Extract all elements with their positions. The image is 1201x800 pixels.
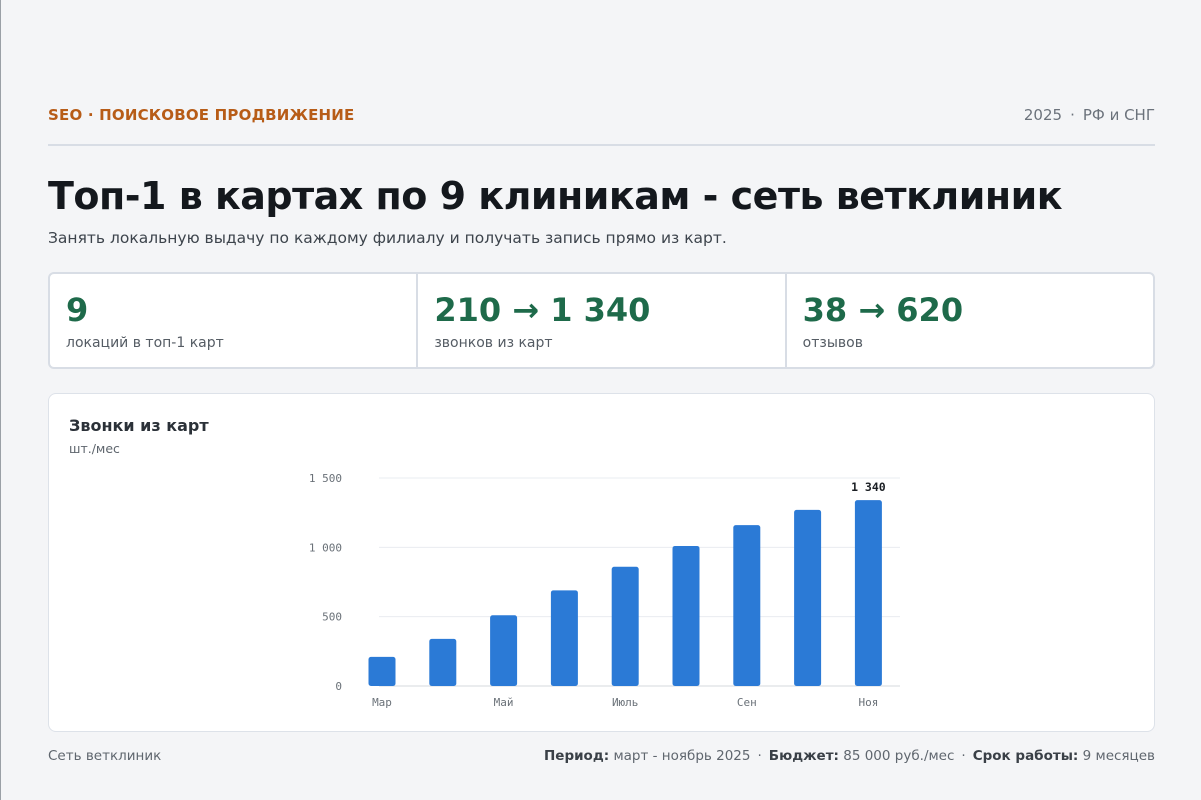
- chart-card: 0 500 1 000 1 500 Мар Май Июль Сен Ноя 1 340 Звон…: [48, 393, 1155, 732]
- header-meta: 2025 · РФ и СНГ: [1024, 106, 1155, 124]
- y-tick-label: 1 000: [309, 541, 342, 554]
- region-label: РФ и СНГ: [1082, 106, 1155, 124]
- y-tick-label: 500: [322, 611, 342, 624]
- year-label: 2025: [1023, 106, 1063, 124]
- x-tick-label: Май: [494, 696, 514, 709]
- kpi-value: 9: [66, 291, 89, 329]
- page-title: Топ-1 в картах по 9 клиникам - сеть ветк…: [48, 174, 1063, 218]
- term-value: 9 месяцев: [1082, 748, 1155, 764]
- period-value: март - ноябрь 2025: [613, 748, 751, 764]
- bar: [672, 545, 700, 686]
- budget-value: 85 000 руб./мес: [843, 748, 955, 764]
- data-label: 1 340: [851, 480, 886, 494]
- page-subtitle: Занять локальную выдачу по каждому филиа…: [48, 229, 727, 247]
- kpi-label: локаций в топ-1 карт: [66, 335, 224, 351]
- bar: [733, 525, 761, 686]
- bar: [490, 615, 518, 686]
- kpi-card: 210 → 1 340 звонков из карт: [418, 274, 787, 367]
- term-label: Срок работы:: [972, 748, 1079, 764]
- x-tick-label: Мар: [372, 696, 392, 709]
- x-tick-label: Ноя: [858, 696, 878, 709]
- bar: [611, 566, 639, 686]
- bar: [368, 656, 396, 686]
- period-label: Период:: [543, 748, 610, 764]
- chart-title: Звонки из карт: [69, 416, 209, 435]
- bar-chart: 0 500 1 000 1 500 Мар Май Июль Сен Ноя 1 340: [309, 472, 900, 709]
- bar: [854, 500, 882, 686]
- footer-client: Сеть ветклиник: [48, 748, 162, 764]
- footer-separator: ·: [961, 748, 966, 764]
- budget-label: Бюджет:: [768, 748, 839, 764]
- bar: [794, 509, 822, 686]
- y-tick-label: 1 500: [309, 472, 342, 485]
- chart-unit: шт./мес: [69, 441, 120, 456]
- kpi-label: отзывов: [802, 335, 863, 351]
- bar: [550, 590, 578, 686]
- y-tick-label: 0: [335, 680, 342, 693]
- meta-separator: ·: [1070, 106, 1075, 124]
- top-bar: SEO · ПОИСКОВОЕ ПРОДВИЖЕНИЕ 2025 · РФ и СН…: [48, 104, 1155, 146]
- kpi-label: звонков из карт: [434, 335, 553, 351]
- kpi-strip: 9 локаций в топ-1 карт 210 → 1 340 звонк…: [48, 272, 1155, 369]
- kpi-card: 38 → 620 отзывов: [787, 274, 1153, 367]
- eyebrow-label: SEO · ПОИСКОВОЕ ПРОДВИЖЕНИЕ: [48, 106, 355, 124]
- kpi-card: 9 локаций в топ-1 карт: [50, 274, 419, 367]
- footer-separator: ·: [757, 748, 762, 764]
- x-tick-label: Июль: [612, 696, 639, 709]
- kpi-value: 38 → 620: [802, 291, 964, 329]
- x-tick-label: Сен: [737, 696, 757, 709]
- kpi-value: 210 → 1 340: [434, 291, 651, 329]
- footer-details: Период: март - ноябрь 2025 · Бюджет: 85 00…: [544, 748, 1155, 764]
- bar: [429, 638, 457, 686]
